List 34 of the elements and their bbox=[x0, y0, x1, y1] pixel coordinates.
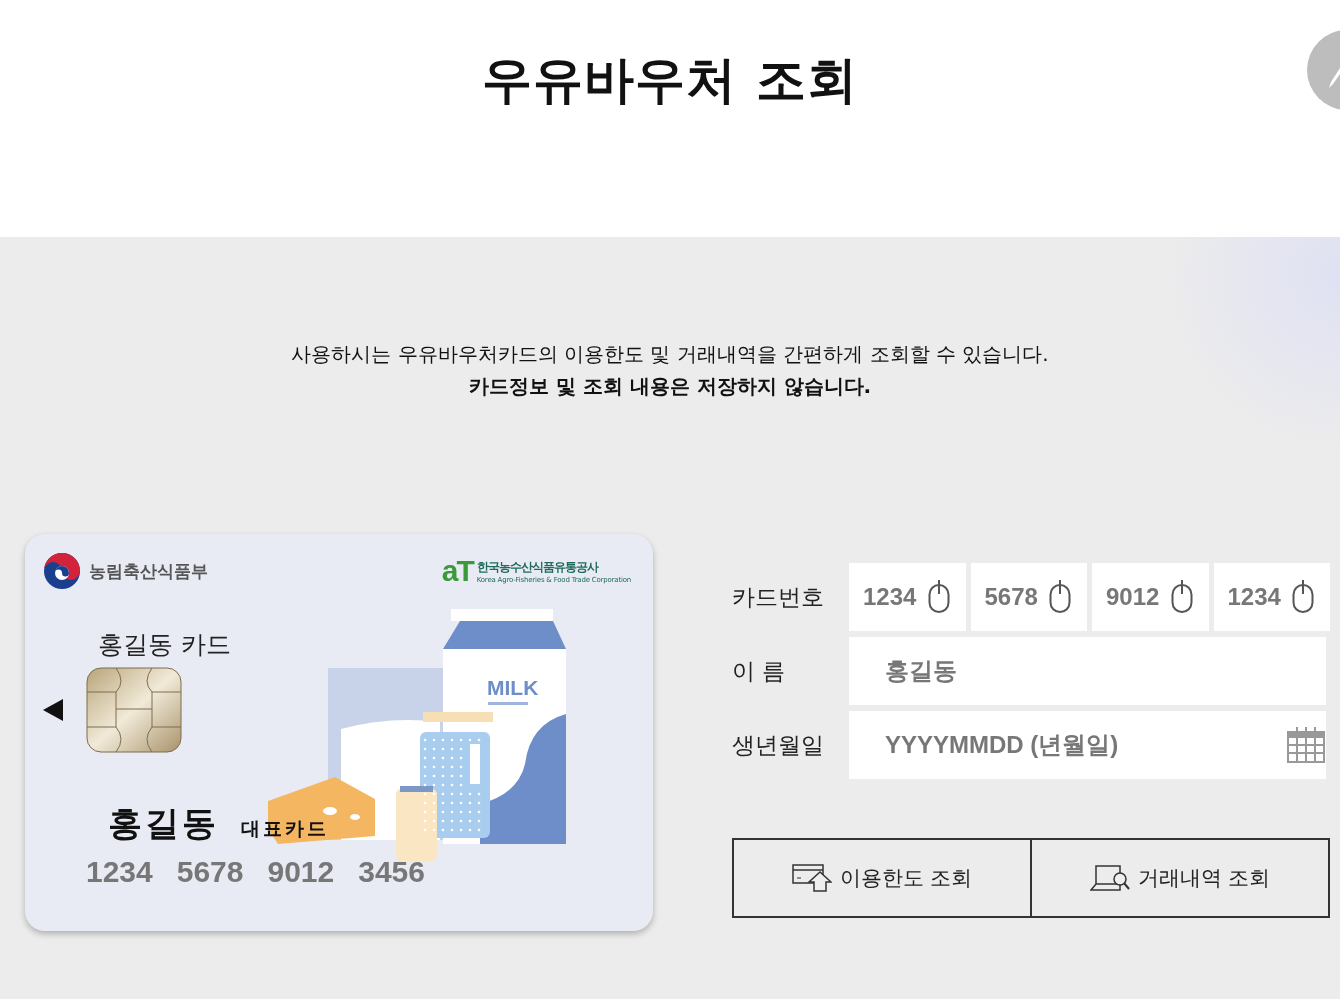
partner-name: 한국농수산식품유통공사 bbox=[476, 558, 600, 576]
birthdate-field[interactable]: YYYYMMDD (년월일) bbox=[849, 711, 1326, 779]
card-number: 5678 bbox=[176, 855, 244, 889]
card-number: 9012 bbox=[267, 855, 335, 889]
lookup-button[interactable]: 거래내역 조회 bbox=[1030, 840, 1328, 916]
calendar-icon[interactable] bbox=[1287, 727, 1325, 763]
mouse-icon bbox=[927, 580, 950, 614]
card-number-field[interactable]: 9012 bbox=[1092, 563, 1209, 631]
mouse-icon bbox=[1292, 580, 1314, 614]
chip-icon bbox=[86, 667, 182, 753]
mouse-icon bbox=[1170, 580, 1193, 614]
partner-logo: aT bbox=[441, 556, 473, 586]
issuer-name: 농림축산식품부 bbox=[89, 559, 208, 583]
card-number-field[interactable]: 5678 bbox=[970, 563, 1087, 631]
card-title: 홍길동 카드 bbox=[98, 629, 231, 661]
notice-text: 카드정보 및 조회 내용은 저장하지 않습니다. bbox=[468, 373, 872, 400]
card-number-field[interactable]: 1234 bbox=[849, 563, 966, 631]
lookup-button[interactable]: 이용한도 조회 bbox=[734, 840, 1030, 916]
field-label: 이 름 bbox=[732, 656, 787, 686]
carton-label: MILK bbox=[487, 676, 539, 699]
card-number: 3456 bbox=[358, 855, 425, 889]
field-label: 생년월일 bbox=[732, 730, 825, 760]
triangle-icon bbox=[43, 699, 63, 721]
name-field[interactable]: 홍길동 bbox=[849, 637, 1326, 705]
field-label: 카드번호 bbox=[732, 582, 825, 612]
card-number: 1234 bbox=[86, 855, 153, 889]
intro-text: 사용하시는 우유바우처카드의 이용한도 및 거래내역을 간편하게 조회할 수 있습니다. bbox=[291, 341, 1049, 368]
emblem-icon bbox=[43, 552, 81, 590]
card-holder: 홍길동 bbox=[108, 802, 219, 845]
mouse-icon bbox=[1049, 580, 1071, 614]
laptop-search-icon bbox=[1089, 864, 1130, 892]
card-number-field[interactable]: 1234 bbox=[1213, 563, 1330, 631]
card-upload-icon bbox=[791, 864, 832, 892]
page-title: 우유바우처 조회 bbox=[482, 50, 858, 111]
